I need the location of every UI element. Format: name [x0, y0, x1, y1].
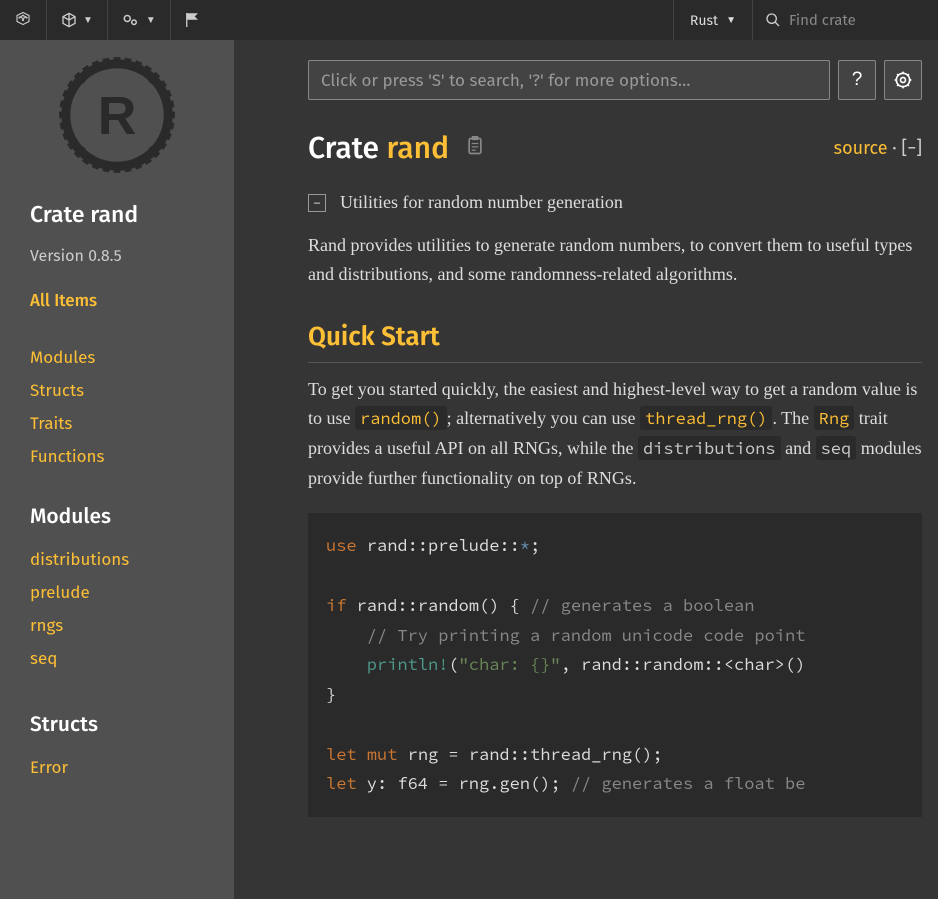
docs-rs-icon — [14, 11, 32, 29]
find-crate-input[interactable] — [789, 11, 919, 29]
clipboard-icon — [465, 135, 485, 157]
gears-icon — [122, 13, 140, 27]
heading-actions: source · [−] — [834, 137, 922, 159]
code-random[interactable]: random() — [355, 406, 447, 430]
section-traits[interactable]: Traits — [30, 413, 224, 434]
section-structs[interactable]: Structs — [30, 380, 224, 401]
crate-menu[interactable]: ▼ — [47, 0, 108, 40]
page-title: Crate rand — [308, 130, 449, 166]
source-link[interactable]: source — [834, 137, 888, 159]
modules-list: distributions prelude rngs seq — [30, 543, 224, 675]
page-heading: Crate rand source · [−] — [308, 130, 922, 166]
code-thread-rng[interactable]: thread_rng() — [640, 406, 772, 430]
search-input[interactable] — [308, 60, 830, 100]
code-rng-trait[interactable]: Rng — [814, 406, 855, 430]
flag-menu[interactable] — [171, 0, 213, 40]
rust-logo-icon: R — [58, 56, 176, 174]
copy-path-button[interactable] — [465, 135, 485, 162]
struct-error[interactable]: Error — [30, 751, 224, 784]
help-button[interactable]: ? — [838, 60, 876, 100]
quick-start-body: To get you started quickly, the easiest … — [308, 375, 922, 494]
gear-icon — [893, 70, 913, 90]
code-example: use rand::prelude::*; if rand::random() … — [308, 513, 922, 817]
spacer — [213, 0, 674, 40]
collapse-toggle[interactable]: − — [308, 194, 326, 212]
crate-name-link[interactable]: rand — [387, 130, 450, 166]
summary-row: − Utilities for random number generation — [308, 192, 922, 213]
cube-icon — [61, 12, 77, 28]
structs-heading: Structs — [30, 711, 224, 737]
scrollbar-track — [234, 40, 240, 899]
search-icon — [765, 12, 781, 28]
logo-menu[interactable] — [0, 0, 47, 40]
top-navigation: ▼ ▼ Rust ▼ — [0, 0, 938, 40]
dropdown-icon: ▼ — [83, 14, 93, 26]
module-distributions[interactable]: distributions — [30, 543, 224, 576]
structs-list: Error — [30, 751, 224, 784]
section-functions[interactable]: Functions — [30, 446, 224, 467]
platform-menu[interactable]: ▼ — [108, 0, 171, 40]
sidebar-title: Crate rand — [30, 201, 224, 229]
summary-text: Utilities for random number generation — [340, 192, 623, 213]
settings-button[interactable] — [884, 60, 922, 100]
language-label: Rust — [690, 12, 718, 29]
module-prelude[interactable]: prelude — [30, 576, 224, 609]
modules-heading: Modules — [30, 503, 224, 529]
quick-start-heading: Quick Start — [308, 321, 922, 363]
code-seq[interactable]: seq — [816, 436, 857, 460]
rust-logo[interactable]: R — [10, 56, 224, 179]
dropdown-icon: ▼ — [726, 14, 736, 26]
flag-icon — [185, 12, 199, 28]
svg-text:R: R — [98, 87, 137, 146]
top-search — [753, 0, 938, 40]
sidebar: R Crate rand Version 0.8.5 All Items Mod… — [0, 40, 240, 899]
language-select[interactable]: Rust ▼ — [674, 0, 753, 40]
all-items-link[interactable]: All Items — [30, 290, 224, 311]
main-content: ? Crate rand source · [−] − Utilities fo… — [240, 40, 938, 899]
code-distributions[interactable]: distributions — [638, 436, 781, 460]
module-seq[interactable]: seq — [30, 642, 224, 675]
module-rngs[interactable]: rngs — [30, 609, 224, 642]
version-label: Version 0.8.5 — [30, 247, 224, 266]
search-row: ? — [308, 60, 922, 100]
dropdown-icon: ▼ — [146, 14, 156, 26]
collapse-all-toggle[interactable]: [−] — [901, 137, 922, 159]
description-text: Rand provides utilities to generate rand… — [308, 231, 922, 289]
section-modules[interactable]: Modules — [30, 347, 224, 368]
